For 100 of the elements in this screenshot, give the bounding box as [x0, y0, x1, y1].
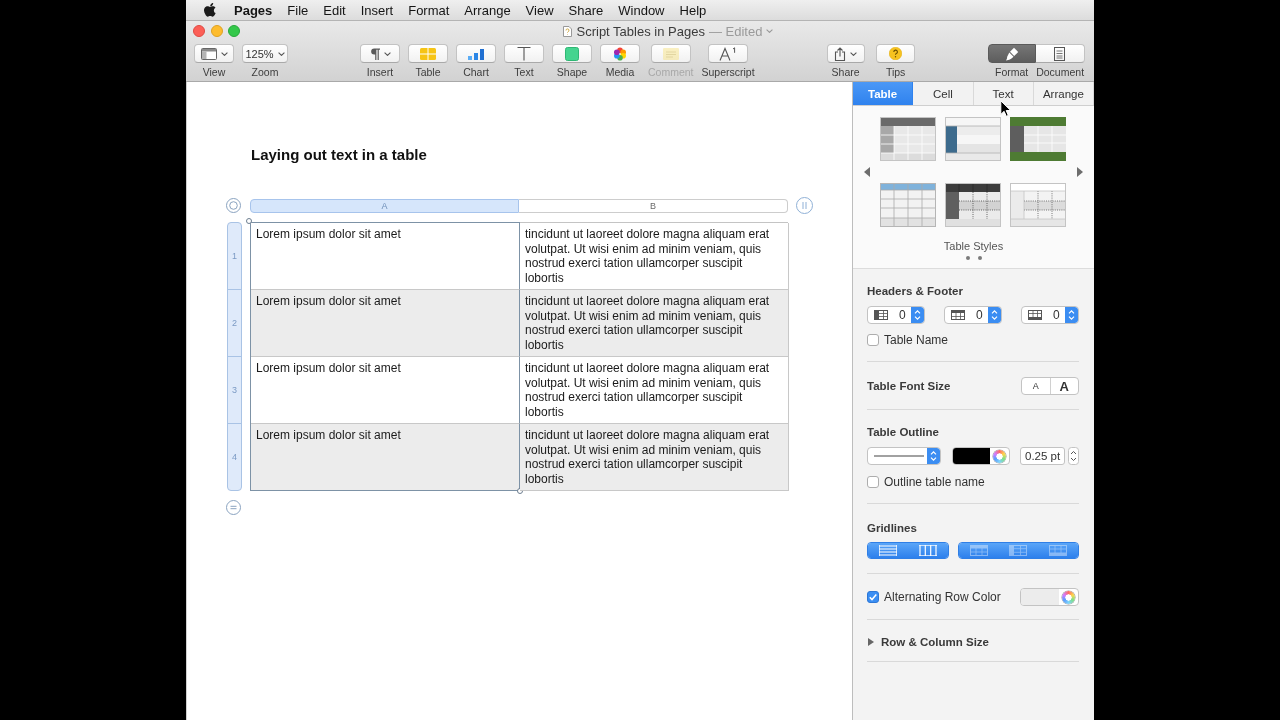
table-cell[interactable]: tincidunt ut laoreet dolore magna aliquam erat volutpat. Ut wisi enim ad minim veniam, quis nostrud exerci tation ullamcorper suscipit lobortis	[520, 357, 789, 424]
checkbox-label: Alternating Row Color	[884, 590, 1001, 604]
gridline-toggle[interactable]	[908, 543, 948, 558]
toolbar-label: Zoom	[251, 66, 279, 78]
share-icon	[834, 46, 847, 61]
toolbar-label: Chart	[463, 66, 489, 78]
menu-item[interactable]: Edit	[323, 2, 346, 18]
table-style-thumbnail[interactable]	[880, 183, 936, 227]
square-shape-icon	[565, 46, 579, 61]
table-cell[interactable]: tincidunt ut laoreet dolore magna aliquam erat volutpat. Ut wisi enim ad minim veniam, quis nostrud exerci tation ullamcorper suscipit lobortis	[520, 223, 789, 290]
left-arrow-icon[interactable]	[863, 167, 870, 177]
table-style-thumbnail[interactable]	[945, 183, 1001, 227]
header-column-icon	[874, 310, 888, 320]
disclosure-button[interactable]: Row & Column Size	[867, 635, 989, 649]
vertical-lines-icon	[919, 545, 937, 556]
color-well[interactable]	[952, 447, 1010, 465]
section-title: Table Outline	[867, 425, 940, 439]
toolbar-label: Document	[1036, 66, 1085, 78]
table-cell[interactable]: Lorem ipsum dolor sit amet	[251, 290, 520, 357]
menu-item[interactable]: Insert	[360, 2, 394, 18]
checkbox[interactable]	[867, 334, 879, 346]
table-cell[interactable]: Lorem ipsum dolor sit amet	[251, 357, 520, 424]
decrease-font-button[interactable]: A	[1022, 378, 1050, 394]
right-arrow-icon[interactable]	[1077, 167, 1083, 177]
superscript-icon	[719, 46, 738, 61]
menu-item[interactable]: Help	[679, 2, 707, 18]
caret-icon	[850, 51, 858, 56]
zoom-button[interactable]: 125%	[242, 44, 288, 63]
field-value: 0	[899, 308, 907, 322]
gridline-toggle[interactable]	[868, 543, 908, 558]
table-button[interactable]	[408, 44, 448, 63]
line-style-popup[interactable]	[867, 447, 941, 465]
section-title: Gridlines	[867, 521, 918, 535]
table-cell[interactable]: Lorem ipsum dolor sit amet	[251, 424, 520, 491]
tips-button[interactable]	[876, 44, 916, 63]
media-button[interactable]	[600, 44, 640, 63]
color-wheel-icon[interactable]	[993, 449, 1006, 463]
table-handle-icon[interactable]	[226, 198, 241, 213]
flower-icon	[613, 46, 627, 61]
section-caption: Table Styles	[942, 240, 1005, 253]
page-dots-icon[interactable]	[965, 256, 982, 260]
header-row-grid-icon	[969, 545, 988, 556]
checkbox[interactable]	[867, 476, 879, 488]
minimize-button[interactable]	[210, 25, 223, 37]
app-menu[interactable]: Pages	[234, 2, 273, 18]
apple-icon[interactable]	[204, 3, 216, 17]
selection-handle[interactable]	[246, 218, 252, 224]
caret-icon	[220, 51, 228, 56]
document-icon	[1054, 46, 1066, 61]
stepper-arrows-icon[interactable]	[1068, 447, 1079, 465]
chart-button[interactable]	[456, 44, 496, 63]
caret-icon	[277, 51, 285, 56]
menu-item[interactable]: Arrange	[464, 2, 511, 18]
toolbar-label: Media	[605, 66, 635, 78]
superscript-button[interactable]	[708, 44, 749, 63]
color-swatch[interactable]	[953, 448, 990, 464]
menu-item[interactable]: Window	[618, 2, 665, 18]
column-handle-icon[interactable]	[796, 197, 813, 214]
solid-line-icon	[874, 455, 924, 457]
toolbar-label: Shape	[556, 66, 588, 78]
table-style-thumbnail[interactable]	[1010, 117, 1066, 161]
view-button[interactable]	[194, 44, 234, 63]
maximize-button[interactable]	[228, 25, 240, 37]
toolbar-label: Share	[831, 66, 860, 78]
color-swatch[interactable]	[1021, 589, 1059, 605]
header-column-grid-icon	[1009, 545, 1028, 556]
checkbox[interactable]	[867, 591, 879, 603]
text-button[interactable]	[504, 44, 544, 63]
horizontal-lines-icon	[879, 545, 897, 556]
table-style-thumbnail[interactable]	[1010, 183, 1066, 227]
color-wheel-icon[interactable]	[1062, 590, 1075, 604]
field-value: 0	[1053, 308, 1061, 322]
color-well[interactable]	[1020, 588, 1079, 606]
toolbar-label: Format	[995, 66, 1029, 78]
count-field[interactable]: 0	[1021, 306, 1079, 324]
menu-item[interactable]: Format	[408, 2, 450, 18]
menu-item[interactable]: Share	[568, 2, 604, 18]
line-width-field[interactable]: 0.25 pt	[1020, 447, 1065, 465]
sidebar-layout-icon	[200, 47, 217, 60]
table-style-thumbnail[interactable]	[945, 117, 1001, 161]
table-cell[interactable]: tincidunt ut laoreet dolore magna aliquam erat volutpat. Ut wisi enim ad minim veniam, quis nostrud exerci tation ullamcorper suscipit lobortis	[520, 290, 789, 357]
column-header[interactable]: B	[519, 198, 788, 213]
paragraph-icon	[369, 47, 380, 60]
format-button[interactable]	[987, 44, 1036, 63]
increase-font-button[interactable]: A	[1049, 378, 1078, 394]
shape-button[interactable]	[552, 44, 592, 63]
chevron-down-icon[interactable]	[766, 29, 774, 33]
field-value: 0	[976, 308, 984, 322]
table-cell[interactable]: tincidunt ut laoreet dolore magna aliquam erat volutpat. Ut wisi enim ad minim veniam, quis nostrud exerci tation ullamcorper suscipit lobortis	[520, 424, 789, 491]
menu-item[interactable]: File	[287, 2, 309, 18]
checkbox-label: Outline table name	[884, 475, 985, 489]
insert-button[interactable]	[360, 44, 400, 63]
share-button[interactable]	[826, 44, 865, 63]
count-field[interactable]: 0	[867, 306, 925, 324]
document-button[interactable]	[1035, 44, 1085, 63]
close-button[interactable]	[193, 25, 205, 37]
count-field[interactable]: 0	[944, 306, 1002, 324]
table-style-thumbnail[interactable]	[880, 117, 936, 161]
row-handle-icon[interactable]	[226, 500, 241, 515]
menu-item[interactable]: View	[525, 2, 554, 18]
